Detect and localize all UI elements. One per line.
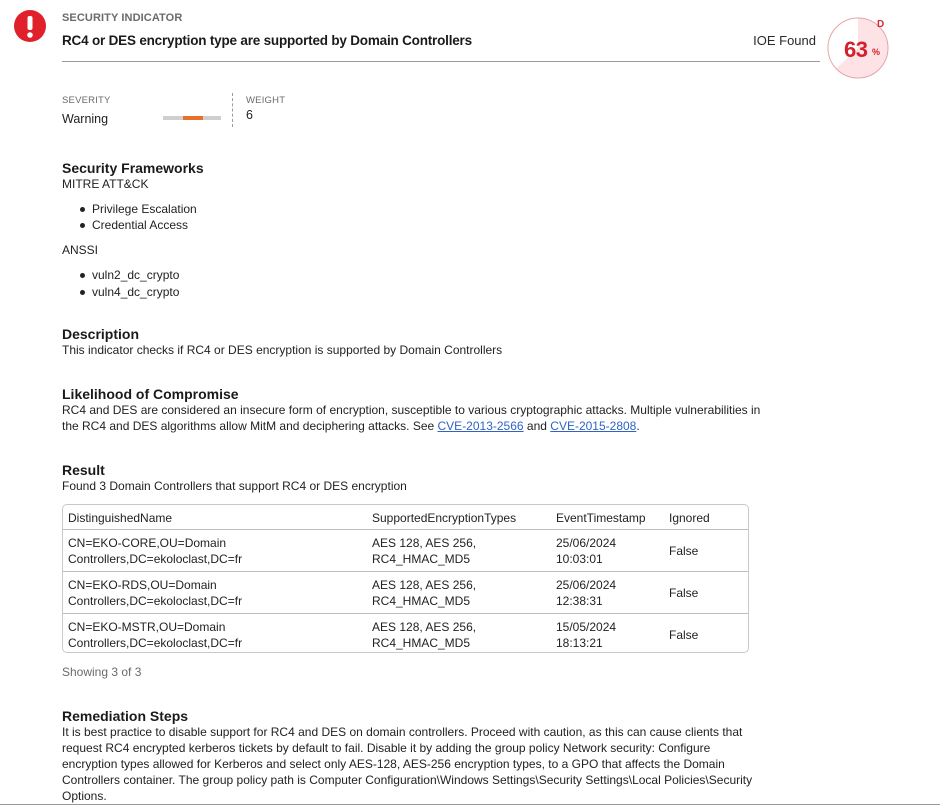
cell-text: AES 128, AES 256, [372, 536, 477, 550]
anssi-list: vuln2_dc_crypto vuln4_dc_crypto [78, 267, 762, 300]
list-item: Privilege Escalation [78, 201, 762, 217]
table-header-row: DistinguishedName SupportedEncryptionTyp… [63, 505, 748, 529]
mitre-list: Privilege Escalation Credential Access [78, 201, 762, 233]
description-heading: Description [62, 326, 140, 342]
cell-text: AES 128, AES 256, [372, 578, 477, 592]
remediation-heading: Remediation Steps [62, 708, 189, 724]
score-value: 63 [844, 37, 868, 62]
cell-text: CN=EKO-CORE,OU=Domain [68, 536, 227, 550]
security-frameworks-section: Security Frameworks MITRE ATT&CK Privile… [62, 160, 762, 300]
cell-text: Controllers,DC=ekoloclast,DC=fr [68, 636, 243, 650]
likelihood-text: the RC4 and DES algorithms allow MitM an… [62, 419, 438, 433]
likelihood-text: . [636, 419, 640, 433]
exclamation-icon [14, 10, 46, 42]
remediation-line: Options. [62, 789, 107, 803]
list-item: vuln2_dc_crypto [78, 267, 762, 283]
severity-label: SEVERITY [62, 95, 111, 106]
table-row[interactable]: CN=EKO-MSTR,OU=Domain Controllers,DC=ekol… [63, 614, 748, 653]
cve-2015-2808-link[interactable]: CVE-2015-2808 [550, 419, 636, 433]
column-header-event-timestamp[interactable]: EventTimestamp [556, 510, 646, 526]
description-text: This indicator checks if RC4 or DES encr… [62, 343, 503, 357]
indicator-header: SECURITY INDICATOR RC4 or DES encryption… [62, 12, 820, 62]
severity-bar-fill [183, 116, 203, 120]
likelihood-heading: Likelihood of Compromise [62, 386, 239, 402]
weight-value: 6 [246, 108, 253, 122]
cell-text: RC4_HMAC_MD5 [372, 636, 471, 650]
result-summary: Found 3 Domain Controllers that support … [62, 479, 407, 493]
cell-event-timestamp: 25/06/2024 12:38:31 [556, 577, 616, 609]
result-section: Result Found 3 Domain Controllers that s… [62, 462, 762, 494]
header-divider [62, 61, 820, 62]
frameworks-heading: Security Frameworks [62, 160, 204, 176]
cell-encryption-types: AES 128, AES 256, RC4_HMAC_MD5 [372, 619, 476, 651]
list-item: Credential Access [78, 217, 762, 233]
weight-label: WEIGHT [246, 95, 286, 106]
severity-bar [163, 116, 221, 120]
score-unit: % [872, 47, 881, 57]
cell-encryption-types: AES 128, AES 256, RC4_HMAC_MD5 [372, 535, 476, 567]
pagination-summary: Showing 3 of 3 [62, 665, 142, 679]
cell-text: 25/06/2024 [556, 536, 617, 550]
description-section: Description This indicator checks if RC4… [62, 326, 762, 358]
result-table: DistinguishedName SupportedEncryptionTyp… [62, 504, 749, 653]
cell-ignored: False [669, 628, 699, 642]
meta-divider [232, 93, 233, 127]
table-row[interactable]: CN=EKO-CORE,OU=Domain Controllers,DC=ekol… [63, 530, 748, 572]
indicator-kicker: SECURITY INDICATOR [62, 12, 183, 24]
cell-text: RC4_HMAC_MD5 [372, 552, 471, 566]
likelihood-text: and [523, 419, 551, 433]
cell-event-timestamp: 25/06/2024 10:03:01 [556, 535, 616, 567]
cell-text: 18:13:21 [556, 636, 603, 650]
score-grade: D [877, 19, 885, 30]
cve-2013-2566-link[interactable]: CVE-2013-2566 [438, 419, 524, 433]
framework-name-anssi: ANSSI [62, 243, 99, 257]
cell-text: Controllers,DC=ekoloclast,DC=fr [68, 594, 243, 608]
cell-text: Controllers,DC=ekoloclast,DC=fr [68, 552, 243, 566]
table-row[interactable]: CN=EKO-RDS,OU=Domain Controllers,DC=ekolo… [63, 572, 748, 614]
likelihood-line-1: RC4 and DES are considered an insecure f… [62, 403, 761, 417]
cell-distinguished-name: CN=EKO-CORE,OU=Domain Controllers,DC=ekol… [68, 535, 242, 567]
cell-text: CN=EKO-MSTR,OU=Domain [68, 620, 226, 634]
likelihood-section: Likelihood of Compromise RC4 and DES are… [62, 386, 782, 434]
column-header-encryption-types[interactable]: SupportedEncryptionTypes [372, 510, 516, 526]
cell-text: CN=EKO-RDS,OU=Domain [68, 578, 217, 592]
indicator-title: RC4 or DES encryption type are supported… [62, 33, 472, 48]
remediation-line: It is best practice to disable support f… [62, 725, 743, 739]
cell-text: 25/06/2024 [556, 578, 617, 592]
cell-text: 12:38:31 [556, 594, 603, 608]
page-bottom-divider [0, 804, 940, 805]
cell-text: RC4_HMAC_MD5 [372, 594, 471, 608]
ioe-status: IOE Found [753, 33, 816, 48]
cell-text: 15/05/2024 [556, 620, 617, 634]
severity-value: Warning [62, 112, 109, 126]
cell-text: AES 128, AES 256, [372, 620, 477, 634]
cell-distinguished-name: CN=EKO-MSTR,OU=Domain Controllers,DC=ekol… [68, 619, 242, 651]
cell-encryption-types: AES 128, AES 256, RC4_HMAC_MD5 [372, 577, 476, 609]
cell-text: 10:03:01 [556, 552, 603, 566]
framework-name-mitre: MITRE ATT&CK [62, 177, 149, 191]
result-heading: Result [62, 462, 105, 478]
cell-ignored: False [669, 586, 699, 600]
cell-distinguished-name: CN=EKO-RDS,OU=Domain Controllers,DC=ekolo… [68, 577, 242, 609]
remediation-line: request RC4 encrypted kerberos tickets b… [62, 741, 711, 755]
cell-event-timestamp: 15/05/2024 18:13:21 [556, 619, 616, 651]
remediation-section: Remediation Steps It is best practice to… [62, 708, 782, 804]
column-header-ignored[interactable]: Ignored [669, 510, 710, 526]
list-item: vuln4_dc_crypto [78, 284, 762, 300]
likelihood-line-2: the RC4 and DES algorithms allow MitM an… [62, 418, 782, 434]
column-header-distinguished-name[interactable]: DistinguishedName [68, 510, 172, 526]
remediation-line: encryption types allowed for Kerberos an… [62, 757, 725, 771]
cell-ignored: False [669, 544, 699, 558]
remediation-line: Controllers container. The group policy … [62, 773, 753, 787]
